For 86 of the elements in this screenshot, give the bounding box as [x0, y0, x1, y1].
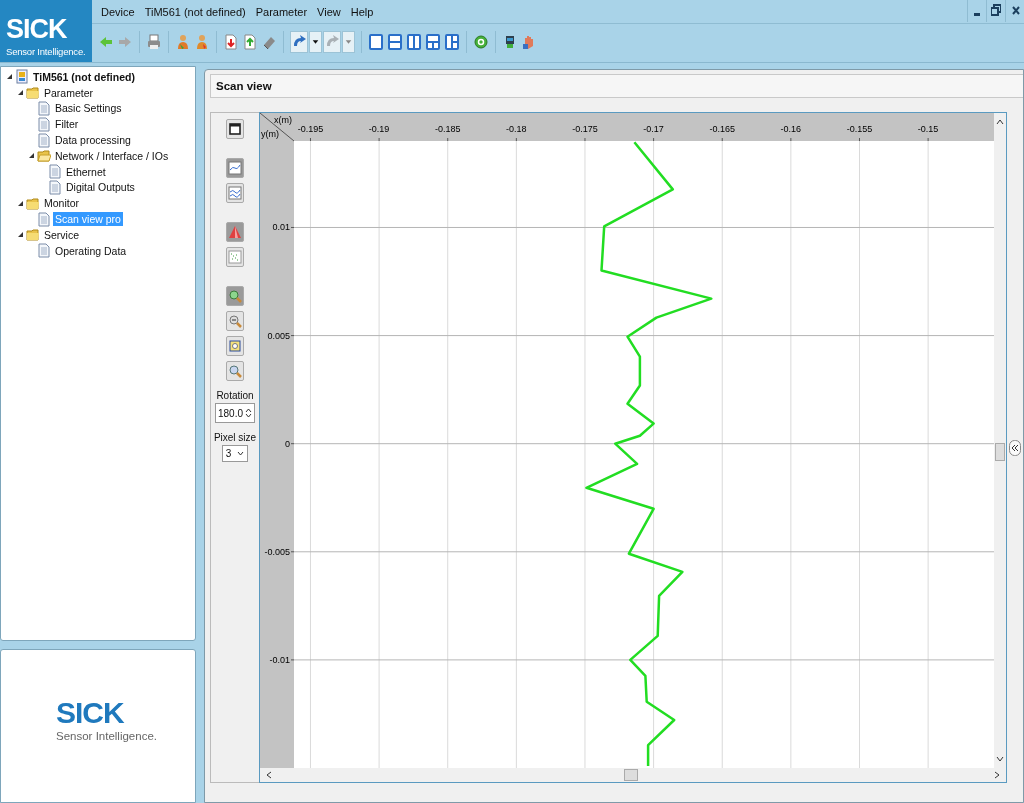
folder-icon	[26, 195, 40, 211]
collapse-panel-icon[interactable]	[1009, 439, 1021, 456]
printer-icon[interactable]	[146, 34, 162, 50]
horizontal-scrollbar[interactable]	[260, 768, 1006, 782]
layout-rows-icon[interactable]	[387, 34, 403, 50]
axis-tick-label: -0.17	[643, 124, 664, 134]
scroll-thumb[interactable]	[624, 769, 638, 781]
expanded-arrow-icon[interactable]	[5, 73, 13, 81]
menu-item[interactable]: TiM561 (not defined)	[139, 3, 251, 20]
page-icon	[37, 116, 51, 132]
page-icon	[37, 101, 51, 116]
tree-item[interactable]: Monitor	[42, 196, 81, 211]
logo-tagline: Sensor Intelligence.	[6, 46, 86, 58]
window-view-button[interactable]	[226, 119, 244, 139]
axis-tick-label: -0.195	[297, 124, 324, 134]
axis-tick-label: -0.185	[434, 124, 461, 134]
expanded-arrow-icon[interactable]	[27, 152, 35, 160]
expanded-arrow-icon[interactable]	[16, 89, 24, 97]
multi-line-view-button[interactable]	[226, 183, 244, 203]
layout-columns-icon[interactable]	[406, 34, 422, 50]
axis-tick-label: -0.175	[572, 124, 598, 134]
line-view-button[interactable]	[226, 158, 244, 178]
axis-label: x(m)	[274, 115, 292, 125]
menu-item[interactable]: Help	[345, 3, 379, 20]
axis-tick-label: -0.165	[709, 124, 735, 134]
folder-icon	[26, 85, 40, 101]
page-icon	[37, 211, 51, 227]
scroll-right-icon[interactable]	[994, 771, 1000, 779]
layout-grid-icon[interactable]	[425, 34, 441, 50]
axis-tick-label: 0	[285, 438, 290, 449]
rotation-field[interactable]: 180.0	[215, 403, 255, 423]
document-icon[interactable]	[223, 34, 239, 50]
tree-item[interactable]: Ethernet	[64, 164, 108, 179]
tree-item[interactable]: Operating Data	[53, 243, 129, 258]
document-icon[interactable]	[242, 34, 258, 50]
scroll-thumb[interactable]	[995, 443, 1005, 461]
expanded-arrow-icon[interactable]	[16, 231, 24, 239]
axis-tick-label: -0.155	[846, 124, 873, 134]
layout-split-icon[interactable]	[444, 34, 460, 50]
tree-item[interactable]: Data processing	[53, 133, 133, 148]
tree-item[interactable]: Digital Outputs	[64, 180, 137, 195]
zoom-out-button[interactable]	[226, 311, 244, 331]
expanded-arrow-icon[interactable]	[16, 199, 24, 207]
vertical-scrollbar[interactable]	[994, 113, 1006, 768]
scroll-up-icon[interactable]	[996, 119, 1004, 125]
tree-item[interactable]: Basic Settings	[53, 101, 124, 116]
scatter-view-button[interactable]	[226, 247, 244, 267]
scroll-left-icon[interactable]	[266, 771, 272, 779]
layout-single-icon[interactable]	[368, 34, 384, 50]
page-icon	[37, 132, 51, 148]
axis-tick-label: -0.005	[264, 546, 290, 557]
axis-label: y(m)	[261, 129, 279, 139]
logo-tagline: Sensor Intelligence.	[56, 730, 158, 742]
zoom-reset-button[interactable]	[226, 361, 244, 381]
tree-item[interactable]: Parameter	[42, 85, 96, 100]
zoom-in-button[interactable]	[226, 286, 244, 306]
page-icon	[48, 164, 62, 180]
pixel-size-label: Pixel size	[213, 432, 257, 443]
tree-item[interactable]: Service	[42, 227, 81, 242]
logo-wordmark: SICK	[56, 698, 125, 728]
menu-item[interactable]: Parameter	[250, 3, 313, 20]
axis-tick-label: -0.15	[917, 124, 939, 134]
menu-item[interactable]: View	[312, 3, 346, 20]
zoom-fit-button[interactable]	[226, 336, 244, 356]
menu-item[interactable]: Device	[96, 3, 140, 20]
scroll-down-icon[interactable]	[996, 756, 1004, 762]
axis-tick-label: -0.18	[506, 124, 527, 134]
axis-tick-label: 0.01	[272, 222, 290, 233]
person-icon[interactable]	[194, 34, 210, 50]
tree-item[interactable]: Network / Interface / IOs	[53, 148, 171, 163]
pixel-size-select[interactable]: 3	[221, 445, 249, 462]
tree-item[interactable]: TiM561 (not defined)	[31, 69, 137, 84]
caret-icon	[237, 451, 245, 456]
folder-icon	[26, 227, 40, 243]
panel-title: Scan view	[210, 74, 1023, 98]
device-icon	[15, 69, 29, 85]
page-icon	[37, 243, 51, 259]
rotation-label: Rotation	[216, 390, 254, 401]
axis-tick-label: -0.16	[780, 124, 802, 134]
tree-item[interactable]: Filter	[53, 117, 81, 132]
open-folder-icon	[37, 148, 51, 164]
logo-wordmark: SICK	[6, 15, 68, 43]
page-icon	[48, 179, 62, 195]
axis-tick-label: -0.19	[368, 124, 390, 134]
axis-tick-label: 0.005	[267, 330, 290, 341]
axis-tick-label: -0.01	[269, 654, 290, 665]
